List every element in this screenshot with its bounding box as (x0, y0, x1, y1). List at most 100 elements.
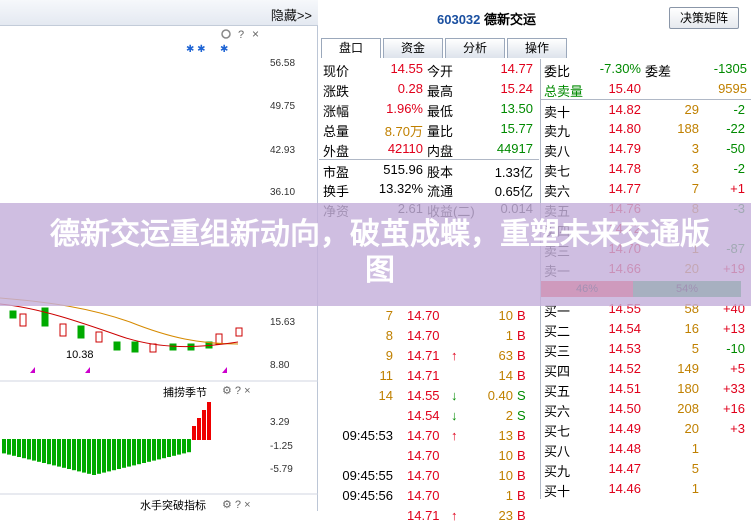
macd-bar (52, 439, 56, 466)
level-volume: 149 (677, 361, 699, 376)
tick-side: B (517, 328, 526, 343)
ob-label: 委差 (645, 64, 672, 79)
tick-row: 14.55 ↓ 0.40 S 14 (319, 386, 539, 406)
macd-bar (207, 402, 211, 440)
candle (131, 341, 139, 353)
sell-level[interactable]: 卖八 14.79 3 -50 (541, 139, 751, 159)
y-axis-label: -1.25 (270, 441, 293, 452)
level-change: +1 (730, 181, 745, 196)
macd-bar (2, 439, 6, 454)
ma-value-label: 10.38 (66, 349, 94, 361)
level-label: 买八 (544, 444, 571, 459)
ma-line (0, 303, 239, 348)
sell-level[interactable]: 卖六 14.77 7 +1 (541, 179, 751, 199)
tick-volume: 1 (505, 328, 513, 343)
sell-level[interactable]: 卖十 14.82 29 -2 (541, 99, 751, 120)
tick-row: 09:45:55 14.70 10 B (319, 466, 539, 486)
level-change: -22 (726, 121, 745, 136)
candle (19, 313, 27, 327)
level-change: +13 (722, 321, 745, 336)
quote-value: 13.50 (500, 101, 533, 116)
level-change: +3 (730, 421, 745, 436)
help-icon[interactable]: ? (238, 29, 244, 41)
tick-price: 14.70 (407, 328, 440, 343)
tick-price: 14.55 (407, 388, 440, 403)
buy-level[interactable]: 买八 14.48 1 (541, 439, 751, 459)
tick-volume: 14 (498, 368, 513, 383)
sell-level[interactable]: 卖七 14.78 3 -2 (541, 159, 751, 179)
level-volume: 188 (677, 121, 699, 136)
macd-bar (102, 439, 106, 473)
macd-bar (27, 439, 31, 460)
level-label: 买九 (544, 464, 571, 479)
level-volume: 3 (691, 141, 699, 156)
tick-side: B (517, 308, 526, 323)
tick-index: 11 (379, 368, 394, 383)
tick-arrow: ↑ (451, 348, 458, 363)
level-price: 14.48 (608, 441, 641, 456)
quote-label: 外盘 (323, 144, 350, 159)
close-icon[interactable]: × (252, 27, 259, 41)
tick-side: B (517, 368, 526, 383)
tick-row: 14.70 1 B 8 (319, 326, 539, 346)
candle (169, 343, 177, 351)
buy-level[interactable]: 买四 14.52 149 +5 (541, 359, 751, 379)
level-price: 14.51 (608, 381, 641, 396)
level-volume: 29 (684, 102, 699, 117)
buy-level[interactable]: 买三 14.53 5 -10 (541, 339, 751, 359)
quote-row: 总量 8.70万 量比 15.77 (319, 119, 539, 139)
tick-price: 14.71 (407, 368, 440, 383)
tab-bar: 盘口 资金 分析 操作 (319, 38, 751, 58)
level-label: 买四 (544, 364, 571, 379)
buy-level[interactable]: 买二 14.54 16 +13 (541, 319, 751, 339)
quote-value: 0.65亿 (494, 184, 533, 199)
quote-label: 涨跌 (323, 84, 350, 99)
tab-analysis[interactable]: 分析 (445, 38, 505, 58)
level-price: 14.53 (608, 341, 641, 356)
candle (59, 323, 67, 337)
macd-bar (187, 439, 191, 453)
tick-price: 14.70 (407, 448, 440, 463)
macd-bar (67, 439, 71, 469)
star-icon: ✱ (220, 44, 228, 55)
macd-bar (22, 439, 26, 459)
tab-operation[interactable]: 操作 (507, 38, 567, 58)
tick-price: 14.70 (407, 488, 440, 503)
macd-bar (57, 439, 61, 467)
ob-value: -7.30% (599, 61, 641, 76)
macd-bar (137, 439, 141, 465)
tab-handicap[interactable]: 盘口 (321, 38, 381, 58)
y-axis-label: 3.29 (270, 417, 290, 428)
settings-icon[interactable] (221, 29, 231, 39)
tick-volume: 0.40 (487, 388, 513, 403)
hide-button[interactable]: 隐藏>> (271, 5, 312, 24)
tick-time: 09:45:53 (342, 428, 393, 443)
macd-bar (162, 439, 166, 459)
y-axis-label: -5.79 (270, 464, 293, 475)
level-label: 买十 (544, 484, 571, 499)
macd-bar (132, 439, 136, 466)
indicator2-settings-icon[interactable]: ⚙ ? × (222, 499, 251, 511)
macd-bar (62, 439, 66, 468)
tick-row: 14.54 ↓ 2 S (319, 406, 539, 426)
decision-matrix-button[interactable]: 决策矩阵 (669, 7, 739, 29)
quote-label: 总量 (323, 124, 350, 139)
quote-label: 最高 (427, 84, 454, 99)
indicator1-settings-icon[interactable]: ⚙ ? × (222, 385, 251, 397)
buy-level[interactable]: 买九 14.47 5 (541, 459, 751, 479)
tick-volume: 10 (498, 308, 513, 323)
tick-time: 09:45:56 (342, 488, 393, 503)
buy-level[interactable]: 买六 14.50 208 +16 (541, 399, 751, 419)
buy-level[interactable]: 买十 14.46 1 (541, 479, 751, 499)
buy-level[interactable]: 买七 14.49 20 +3 (541, 419, 751, 439)
candle (41, 307, 49, 327)
buy-level[interactable]: 买五 14.51 180 +33 (541, 379, 751, 399)
sell-level[interactable]: 卖九 14.80 188 -22 (541, 119, 751, 139)
candle (77, 325, 85, 339)
quote-value: 15.77 (500, 121, 533, 136)
tab-funds[interactable]: 资金 (383, 38, 443, 58)
quote-row: 换手 13.32% 流通 0.65亿 (319, 179, 539, 199)
tick-volume: 1 (505, 488, 513, 503)
tick-price: 14.70 (407, 308, 440, 323)
tick-side: B (517, 448, 526, 463)
